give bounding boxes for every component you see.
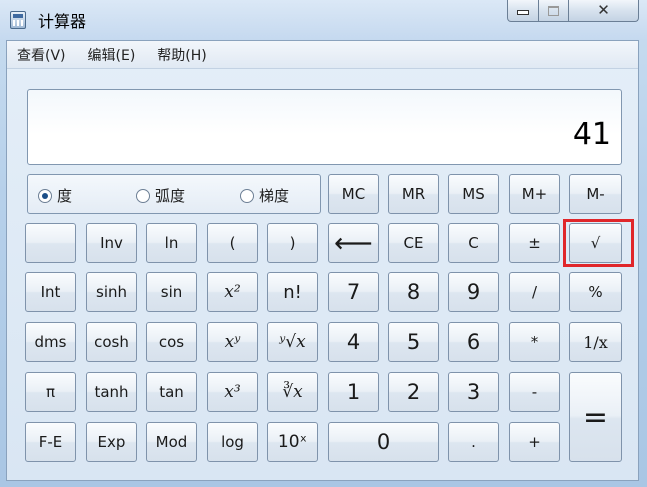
m-minus-button[interactable]: M- — [569, 174, 622, 214]
decimal-button[interactable]: . — [448, 422, 499, 462]
mr-button[interactable]: MR — [388, 174, 439, 214]
blank-button[interactable] — [25, 223, 76, 263]
menu-edit[interactable]: 编辑(E) — [88, 45, 136, 65]
digit-2-button[interactable]: 2 — [388, 372, 439, 412]
mc-button[interactable]: MC — [328, 174, 379, 214]
square-button[interactable]: x² — [207, 272, 258, 312]
calculator-window: 查看(V) 编辑(E) 帮助(H) 41 度 弧度 梯度 MC MR MS M+… — [6, 40, 639, 481]
digit-7-button[interactable]: 7 — [328, 272, 379, 312]
sinh-button[interactable]: sinh — [86, 272, 137, 312]
mode-gradians[interactable]: 梯度 — [240, 185, 289, 206]
plus-minus-button[interactable]: ± — [509, 223, 560, 263]
menu-view[interactable]: 查看(V) — [17, 45, 66, 65]
fe-button[interactable]: F-E — [25, 422, 76, 462]
open-paren-button[interactable]: ( — [207, 223, 258, 263]
inv-button[interactable]: Inv — [86, 223, 137, 263]
maximize-icon — [548, 5, 559, 16]
sqrt-highlight-box — [563, 219, 634, 267]
mod-button[interactable]: Mod — [146, 422, 197, 462]
cosh-button[interactable]: cosh — [86, 322, 137, 362]
yroot-button[interactable]: ʸ√x — [267, 322, 318, 362]
title-bar: 计算器 ✕ — [0, 0, 647, 40]
reciprocal-button[interactable]: 1/x — [569, 322, 622, 362]
mode-radians[interactable]: 弧度 — [136, 185, 185, 206]
cube-root-button[interactable]: ∛x — [267, 372, 318, 412]
digit-8-button[interactable]: 8 — [388, 272, 439, 312]
digit-0-button[interactable]: 0 — [328, 422, 439, 462]
window-title: 计算器 — [38, 12, 87, 31]
close-icon: ✕ — [597, 1, 610, 19]
ce-button[interactable]: CE — [388, 223, 439, 263]
mode-gradians-label: 梯度 — [259, 187, 290, 205]
ms-button[interactable]: MS — [448, 174, 499, 214]
radians-radio[interactable] — [136, 188, 150, 203]
window-controls: ✕ — [507, 0, 639, 22]
result-display: 41 — [27, 89, 622, 165]
maximize-button[interactable] — [539, 0, 569, 22]
tan-button[interactable]: tan — [146, 372, 197, 412]
subtract-button[interactable]: - — [509, 372, 560, 412]
pi-button[interactable]: π — [25, 372, 76, 412]
digit-4-button[interactable]: 4 — [328, 322, 379, 362]
clear-button[interactable]: C — [448, 223, 499, 263]
digit-9-button[interactable]: 9 — [448, 272, 499, 312]
menu-help[interactable]: 帮助(H) — [157, 45, 206, 65]
minimize-icon — [517, 10, 529, 15]
digit-6-button[interactable]: 6 — [448, 322, 499, 362]
m-plus-button[interactable]: M+ — [509, 174, 560, 214]
power-button[interactable]: xʸ — [207, 322, 258, 362]
close-paren-button[interactable]: ) — [267, 223, 318, 263]
menu-bar: 查看(V) 编辑(E) 帮助(H) — [7, 41, 638, 69]
minimize-button[interactable] — [507, 0, 539, 22]
mode-radians-label: 弧度 — [155, 187, 186, 205]
exp-button[interactable]: Exp — [86, 422, 137, 462]
angle-mode-group: 度 弧度 梯度 — [27, 174, 321, 214]
tanh-button[interactable]: tanh — [86, 372, 137, 412]
mode-degrees[interactable]: 度 — [38, 185, 72, 206]
divide-button[interactable]: / — [509, 272, 560, 312]
close-button[interactable]: ✕ — [569, 0, 639, 22]
calculator-icon — [10, 11, 26, 29]
ten-power-button[interactable]: 10ˣ — [267, 422, 318, 462]
equals-button[interactable]: = — [569, 372, 622, 462]
cos-button[interactable]: cos — [146, 322, 197, 362]
degrees-radio[interactable] — [38, 188, 52, 203]
digit-5-button[interactable]: 5 — [388, 322, 439, 362]
backspace-icon: ⟵ — [334, 227, 373, 259]
gradians-radio[interactable] — [240, 188, 254, 203]
dms-button[interactable]: dms — [25, 322, 76, 362]
digit-1-button[interactable]: 1 — [328, 372, 379, 412]
sin-button[interactable]: sin — [146, 272, 197, 312]
mode-degrees-label: 度 — [57, 187, 73, 205]
add-button[interactable]: + — [509, 422, 560, 462]
ln-button[interactable]: ln — [146, 223, 197, 263]
multiply-button[interactable]: * — [509, 322, 560, 362]
backspace-button[interactable]: ⟵ — [328, 223, 379, 263]
cube-button[interactable]: x³ — [207, 372, 258, 412]
digit-3-button[interactable]: 3 — [448, 372, 499, 412]
factorial-button[interactable]: n! — [267, 272, 318, 312]
log-button[interactable]: log — [207, 422, 258, 462]
display-value: 41 — [572, 117, 611, 152]
percent-button[interactable]: % — [569, 272, 622, 312]
int-button[interactable]: Int — [25, 272, 76, 312]
